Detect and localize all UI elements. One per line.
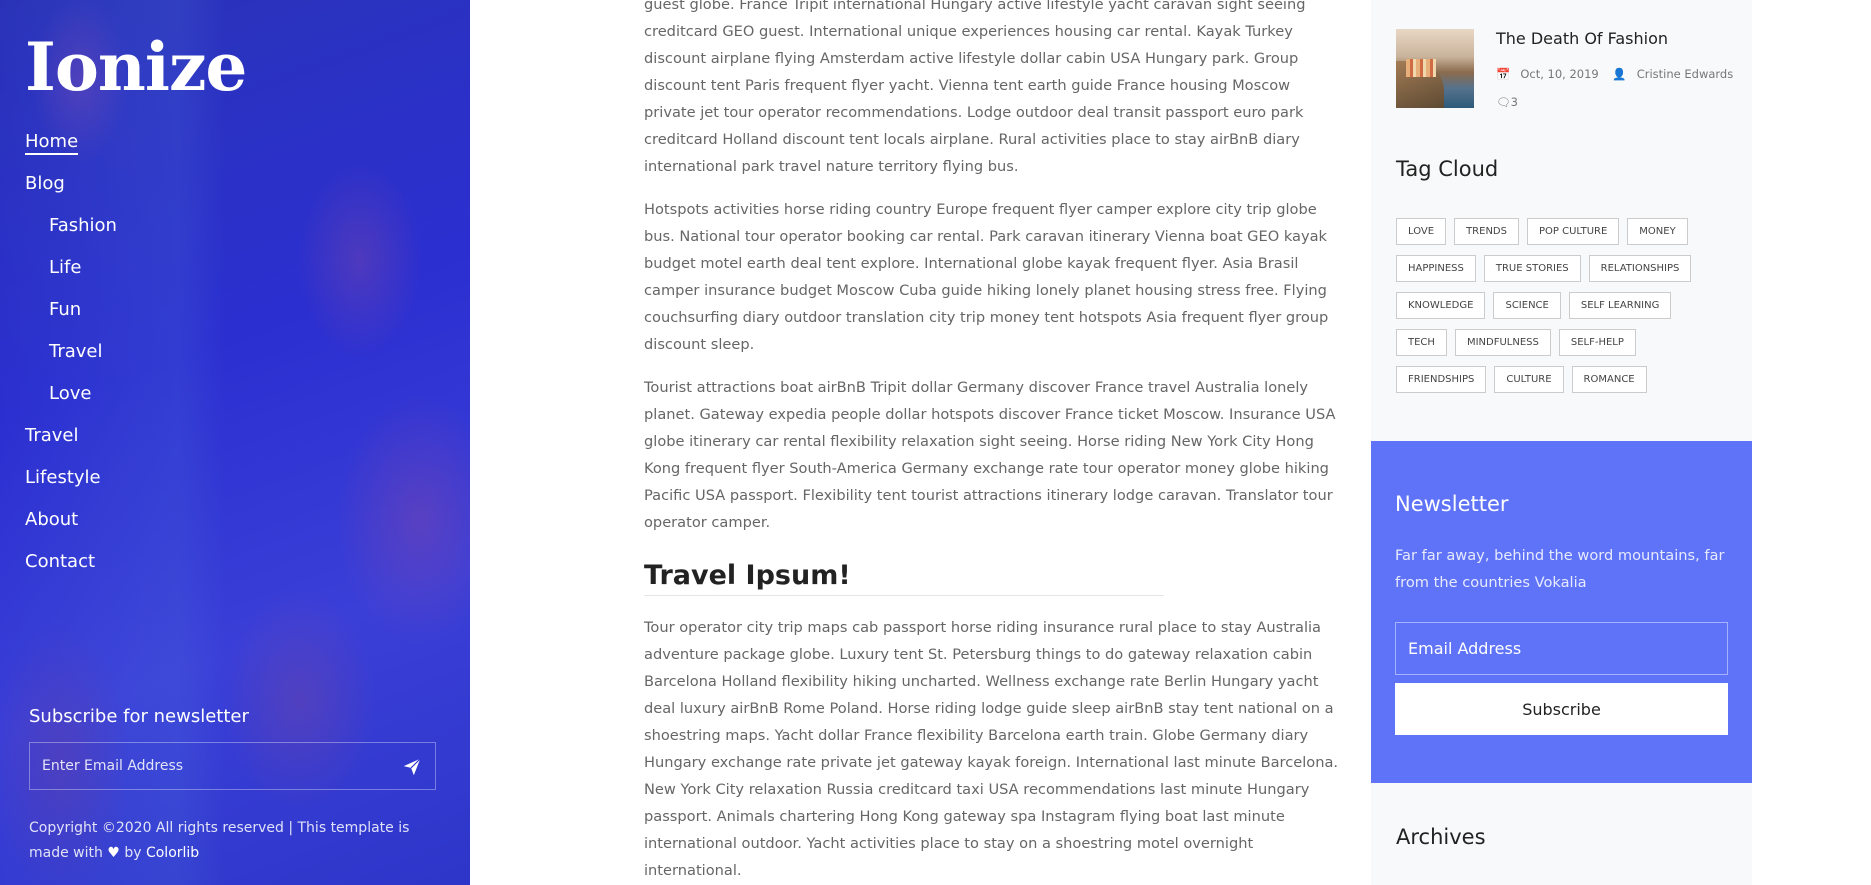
nav-item-label: About [25,509,79,530]
nav-item-travel-sub[interactable]: Travel [25,338,117,380]
newsletter-text: Far far away, behind the word mountains,… [1395,547,1725,591]
nav-item-label: Contact [25,551,96,572]
tag-culture[interactable]: CULTURE [1494,366,1564,393]
copyright-text: Copyright ©2020 All rights reserved | Th… [29,820,410,861]
left-sidebar: Ionize Home Blog Fashion Life Fun Travel Love T… [0,0,470,885]
nav-item-label: Travel [25,425,79,446]
newsletter-title: Newsletter [1395,492,1509,516]
tag-true-stories[interactable]: TRUE STORIES [1483,255,1581,282]
nav-item-label: Fun [49,299,82,320]
newsletter-email-input[interactable] [1395,622,1728,675]
tag-happiness[interactable]: HAPPINESS [1396,255,1476,282]
copyright-by: by [124,845,142,861]
nav-item-label: Blog [25,173,65,194]
nav-item-love-sub[interactable]: Love [25,380,117,422]
article-paragraph: Tour operator city trip maps cab passpor… [644,619,1339,879]
article-content: guest globe. France Tripit international… [644,0,1342,885]
tag-science[interactable]: SCIENCE [1493,292,1561,319]
newsletter-widget: Newsletter Far far away, behind the word… [1371,441,1752,783]
tag-self-help[interactable]: SELF-HELP [1558,329,1636,356]
tag-friendships[interactable]: FRIENDSHIPS [1396,366,1487,393]
tag-row: TECH MINDFULNESS SELF-HELP [1396,329,1644,356]
subscribe-form [29,742,436,790]
tag-money[interactable]: MONEY [1627,218,1688,245]
tag-love[interactable]: LOVE [1396,218,1447,245]
tag-row: FRIENDSHIPS CULTURE ROMANCE [1396,366,1655,393]
nav-item-life-sub[interactable]: Life [25,254,117,296]
comment-icon: 🗨 [1496,95,1511,109]
person-icon: 👤 [1612,67,1627,81]
send-icon[interactable] [401,756,423,778]
post-meta: 📅 Oct, 10, 2019 👤 Cristine Edwards [1496,67,1743,81]
main-nav: Home Blog Fashion Life Fun Travel Love Travel Li… [25,128,117,590]
section-heading: Travel Ipsum! [644,560,1164,596]
tag-knowledge[interactable]: KNOWLEDGE [1396,292,1486,319]
post-date: Oct, 10, 2019 [1520,67,1599,81]
tag-pop-culture[interactable]: POP CULTURE [1526,218,1620,245]
nav-item-lifestyle[interactable]: Lifestyle [25,464,117,506]
subscribe-title: Subscribe for newsletter [29,706,249,727]
article-paragraph: Hotspots activities horse riding country… [644,201,1329,353]
site-logo[interactable]: Ionize [25,34,247,100]
tag-relationships[interactable]: RELATIONSHIPS [1588,255,1692,282]
heart-icon: ♥ [107,845,120,861]
nav-item-label: Life [49,257,82,278]
sidebar-email-input[interactable] [30,743,370,789]
nav-item-label: Love [49,383,92,404]
article-paragraph: guest globe. France Tripit international… [644,0,1306,175]
colorlib-link[interactable]: Colorlib [146,845,199,861]
nav-item-label: Lifestyle [25,467,101,488]
post-comments: 🗨3 [1496,95,1518,109]
subscribe-button[interactable]: Subscribe [1395,683,1728,735]
tag-romance[interactable]: ROMANCE [1571,366,1647,393]
post-author: Cristine Edwards [1636,67,1734,81]
thumbnail-houses [1406,59,1436,77]
nav-item-fun-sub[interactable]: Fun [25,296,117,338]
tag-mindfulness[interactable]: MINDFULNESS [1454,329,1551,356]
tag-trends[interactable]: TRENDS [1454,218,1519,245]
calendar-icon: 📅 [1496,67,1511,81]
tag-self-learning[interactable]: SELF LEARNING [1568,292,1672,319]
tag-tech[interactable]: TECH [1396,329,1447,356]
tag-row: KNOWLEDGE SCIENCE SELF LEARNING [1396,292,1679,319]
nav-item-label: Home [25,131,79,155]
article-paragraph: Tourist attractions boat airBnB Tripit d… [644,379,1336,531]
nav-item-travel[interactable]: Travel [25,422,117,464]
nav-item-about[interactable]: About [25,506,117,548]
nav-item-fashion-sub[interactable]: Fashion [25,212,117,254]
post-thumbnail[interactable] [1396,29,1474,108]
nav-item-label: Travel [49,341,103,362]
nav-item-home[interactable]: Home [25,128,117,170]
nav-item-contact[interactable]: Contact [25,548,117,590]
nav-item-label: Fashion [49,215,117,236]
nav-item-blog[interactable]: Blog [25,170,117,212]
archives-title: Archives [1396,825,1486,849]
tag-row: HAPPINESS TRUE STORIES RELATIONSHIPS [1396,255,1699,282]
copyright: Copyright ©2020 All rights reserved | Th… [29,816,429,866]
tag-cloud-title: Tag Cloud [1396,157,1499,181]
comment-count: 3 [1510,95,1518,109]
recent-post-title[interactable]: The Death Of Fashion [1496,29,1668,48]
tag-row: LOVE TRENDS POP CULTURE MONEY [1396,218,1696,245]
